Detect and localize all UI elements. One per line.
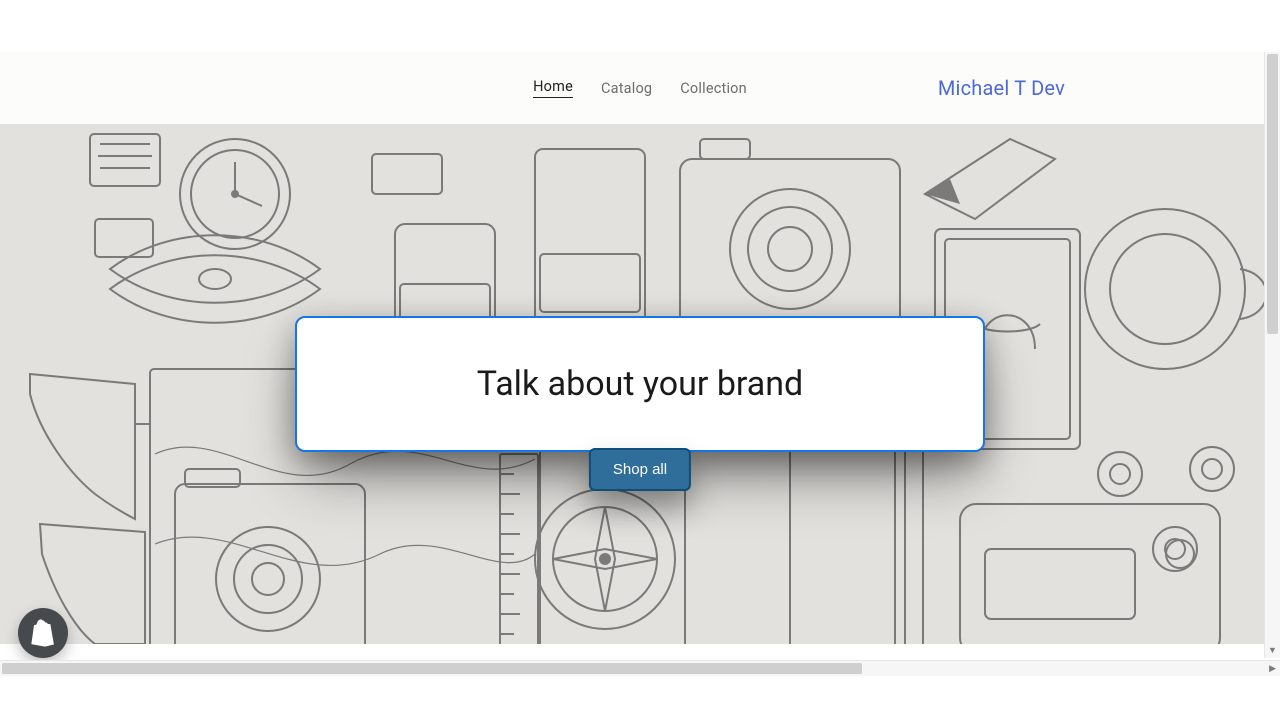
nav-link-home[interactable]: Home — [533, 78, 573, 98]
viewport: Home Catalog Collection Michael T Dev — [0, 0, 1280, 720]
hero-panel: Talk about your brand — [295, 316, 985, 452]
vertical-scrollbar[interactable]: ▼ — [1264, 52, 1280, 658]
hero-headline: Talk about your brand — [477, 364, 803, 404]
shopify-icon — [30, 619, 56, 647]
browser-top-strip — [0, 0, 1280, 52]
browser-bottom-strip — [0, 676, 1280, 720]
scroll-right-arrow[interactable]: ▶ — [1265, 661, 1280, 676]
site-header: Home Catalog Collection Michael T Dev — [0, 52, 1280, 124]
nav-link-catalog[interactable]: Catalog — [601, 80, 652, 97]
shop-all-button[interactable]: Shop all — [589, 448, 691, 491]
shopify-badge[interactable] — [18, 608, 68, 658]
horizontal-scrollbar-thumb[interactable] — [2, 663, 862, 674]
scroll-down-arrow[interactable]: ▼ — [1265, 645, 1280, 656]
vertical-scrollbar-thumb[interactable] — [1267, 54, 1278, 334]
brand-name[interactable]: Michael T Dev — [938, 76, 1065, 100]
horizontal-scrollbar[interactable]: ◀ ▶ — [0, 660, 1280, 676]
hero-banner: Talk about your brand Shop all — [0, 124, 1280, 644]
primary-nav: Home Catalog Collection — [533, 78, 747, 98]
nav-link-collection[interactable]: Collection — [680, 80, 747, 97]
